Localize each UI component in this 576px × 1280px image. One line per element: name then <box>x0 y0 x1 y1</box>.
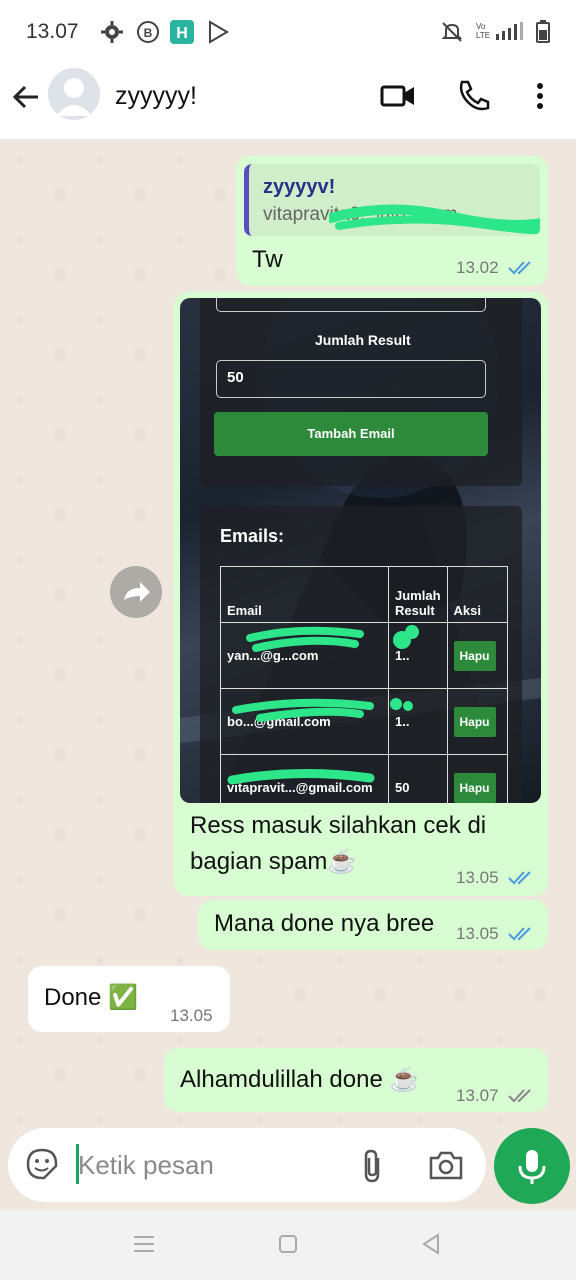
forward-button[interactable] <box>110 566 162 618</box>
quoted-message[interactable]: zyyyyv! vitapravita0...@g...com <box>244 164 540 236</box>
mute-icon <box>441 22 463 42</box>
gear-icon <box>101 21 123 43</box>
message-text-line1: Ress masuk silahkan cek di <box>190 812 487 839</box>
contact-name[interactable]: zyyyyy! <box>115 82 197 111</box>
message-input[interactable]: Ketik pesan <box>78 1150 214 1181</box>
read-tick-icon <box>508 871 531 885</box>
mic-button[interactable] <box>494 1128 570 1204</box>
microphone-icon <box>518 1150 546 1184</box>
read-tick-icon <box>508 261 531 275</box>
table-header: Jumlah Result <box>388 566 448 623</box>
play-store-icon <box>209 20 229 44</box>
svg-text:H: H <box>176 25 188 42</box>
message-time: 13.05 <box>456 924 499 943</box>
recents-icon[interactable] <box>132 1234 156 1254</box>
jumlah-result-input: 50 <box>216 360 486 398</box>
home-icon[interactable] <box>278 1234 298 1254</box>
forward-icon <box>124 582 150 602</box>
redaction-scribbles <box>227 625 419 785</box>
message-bubble-outgoing[interactable]: Alhamdulillah done ☕ 13.07 <box>164 1048 548 1112</box>
message-bubble-incoming[interactable]: Done ✅ 13.05 <box>28 966 230 1032</box>
chat-area[interactable]: zyyyyv! vitapravita0...@g...com Tw 13.02… <box>0 140 576 1130</box>
message-time: 13.02 <box>456 258 499 277</box>
battery-icon <box>536 20 550 43</box>
network-label: Vo LTE <box>476 22 491 40</box>
message-bubble-outgoing[interactable]: zyyyyv! vitapravita0...@g...com Tw 13.02 <box>236 156 548 286</box>
system-nav-bar <box>0 1210 576 1280</box>
more-options-icon[interactable] <box>530 78 550 114</box>
back-arrow-icon[interactable] <box>10 80 44 114</box>
jumlah-result-label: Jumlah Result <box>315 332 411 348</box>
table-header: Aksi <box>446 566 508 623</box>
camera-icon[interactable] <box>428 1148 464 1182</box>
message-image[interactable]: Jumlah Result 50 Tambah Email Emails: Em… <box>180 298 541 803</box>
message-text: Done ✅ <box>44 984 138 1011</box>
status-bar: 13.07 B H Vo LTE <box>0 0 576 64</box>
message-time: 13.05 <box>456 868 499 887</box>
message-time: 13.05 <box>170 1006 213 1025</box>
tambah-email-button: Tambah Email <box>214 412 488 456</box>
h-app-icon: H <box>170 20 194 44</box>
sticker-icon[interactable] <box>24 1146 60 1182</box>
avatar[interactable] <box>48 68 100 120</box>
chat-header: zyyyyy! <box>0 64 576 140</box>
quoted-sender: zyyyyv! <box>263 176 336 198</box>
table-header: Email <box>220 566 389 623</box>
attach-icon[interactable] <box>358 1148 386 1184</box>
video-call-icon[interactable] <box>380 78 416 114</box>
message-text: Tw <box>252 246 283 273</box>
whatsapp-business-icon: B <box>137 21 159 43</box>
back-nav-icon[interactable] <box>420 1232 442 1256</box>
message-time: 13.07 <box>456 1086 499 1105</box>
message-text: Mana done nya bree <box>214 910 435 937</box>
read-tick-icon <box>508 927 531 941</box>
message-text: Alhamdulillah done ☕ <box>180 1066 420 1093</box>
signal-icon <box>496 22 523 40</box>
emails-heading: Emails: <box>220 526 285 546</box>
message-bubble-outgoing-image[interactable]: Jumlah Result 50 Tambah Email Emails: Em… <box>174 292 548 896</box>
svg-text:B: B <box>144 26 153 40</box>
email-input-partial <box>216 298 486 312</box>
message-input-bar[interactable]: Ketik pesan <box>8 1128 486 1202</box>
avatar-person-icon <box>56 78 92 116</box>
message-bubble-outgoing[interactable]: Mana done nya bree 13.05 <box>198 900 548 950</box>
status-time: 13.07 <box>26 20 79 43</box>
message-text-line2: bagian spam☕ <box>190 848 358 875</box>
delivered-tick-icon <box>508 1089 531 1103</box>
redaction-scribble <box>329 204 540 234</box>
voice-call-icon[interactable] <box>456 78 492 114</box>
